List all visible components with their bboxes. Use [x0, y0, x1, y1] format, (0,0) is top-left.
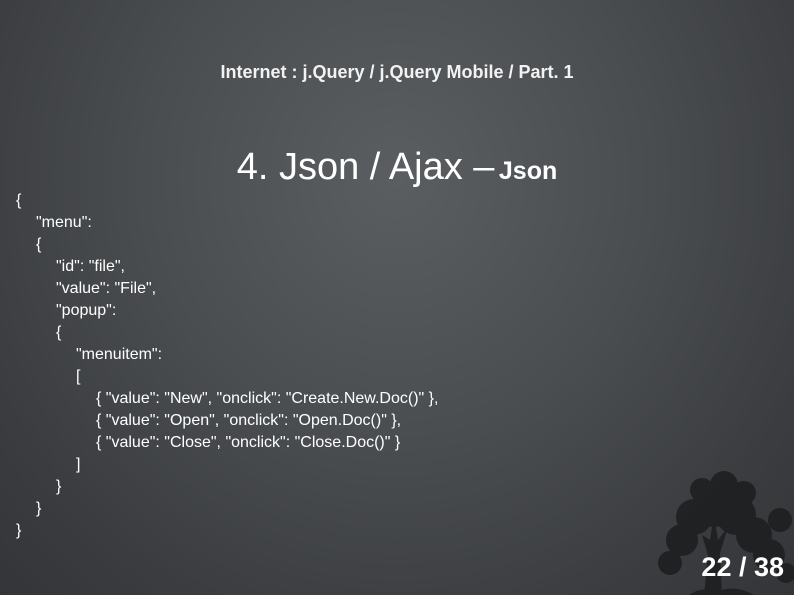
code-line: "value": "File", — [56, 280, 157, 297]
page-number: 22 / 38 — [701, 552, 784, 582]
code-line: "id": "file", — [56, 258, 125, 275]
code-line: } — [16, 522, 22, 539]
code-line: "menuitem": — [76, 346, 163, 363]
slide-header: Internet : j.Query / j.Query Mobile / Pa… — [220, 62, 574, 82]
code-line: [ — [76, 368, 81, 385]
code-line: } — [56, 478, 62, 495]
code-line: "popup": — [56, 302, 117, 319]
code-line: { — [56, 324, 62, 341]
code-line: { — [16, 192, 22, 209]
code-line: { "value": "Open", "onclick": "Open.Doc(… — [96, 412, 402, 429]
slide-title-main: 4. Json / Ajax – — [236, 146, 495, 188]
code-line: { — [36, 236, 42, 253]
code-line: } — [36, 500, 42, 517]
slide-title-sub: Json — [498, 157, 558, 185]
code-line: ] — [76, 456, 81, 473]
code-line: { "value": "Close", "onclick": "Close.Do… — [96, 434, 401, 451]
json-code-block: { "menu": { "id": "file", "value": "File", "p… — [16, 190, 438, 542]
slide-title: 4. Json / Ajax – Json — [0, 146, 794, 189]
code-line: { "value": "New", "onclick": "Create.New… — [96, 390, 439, 407]
code-line: "menu": — [36, 214, 92, 231]
